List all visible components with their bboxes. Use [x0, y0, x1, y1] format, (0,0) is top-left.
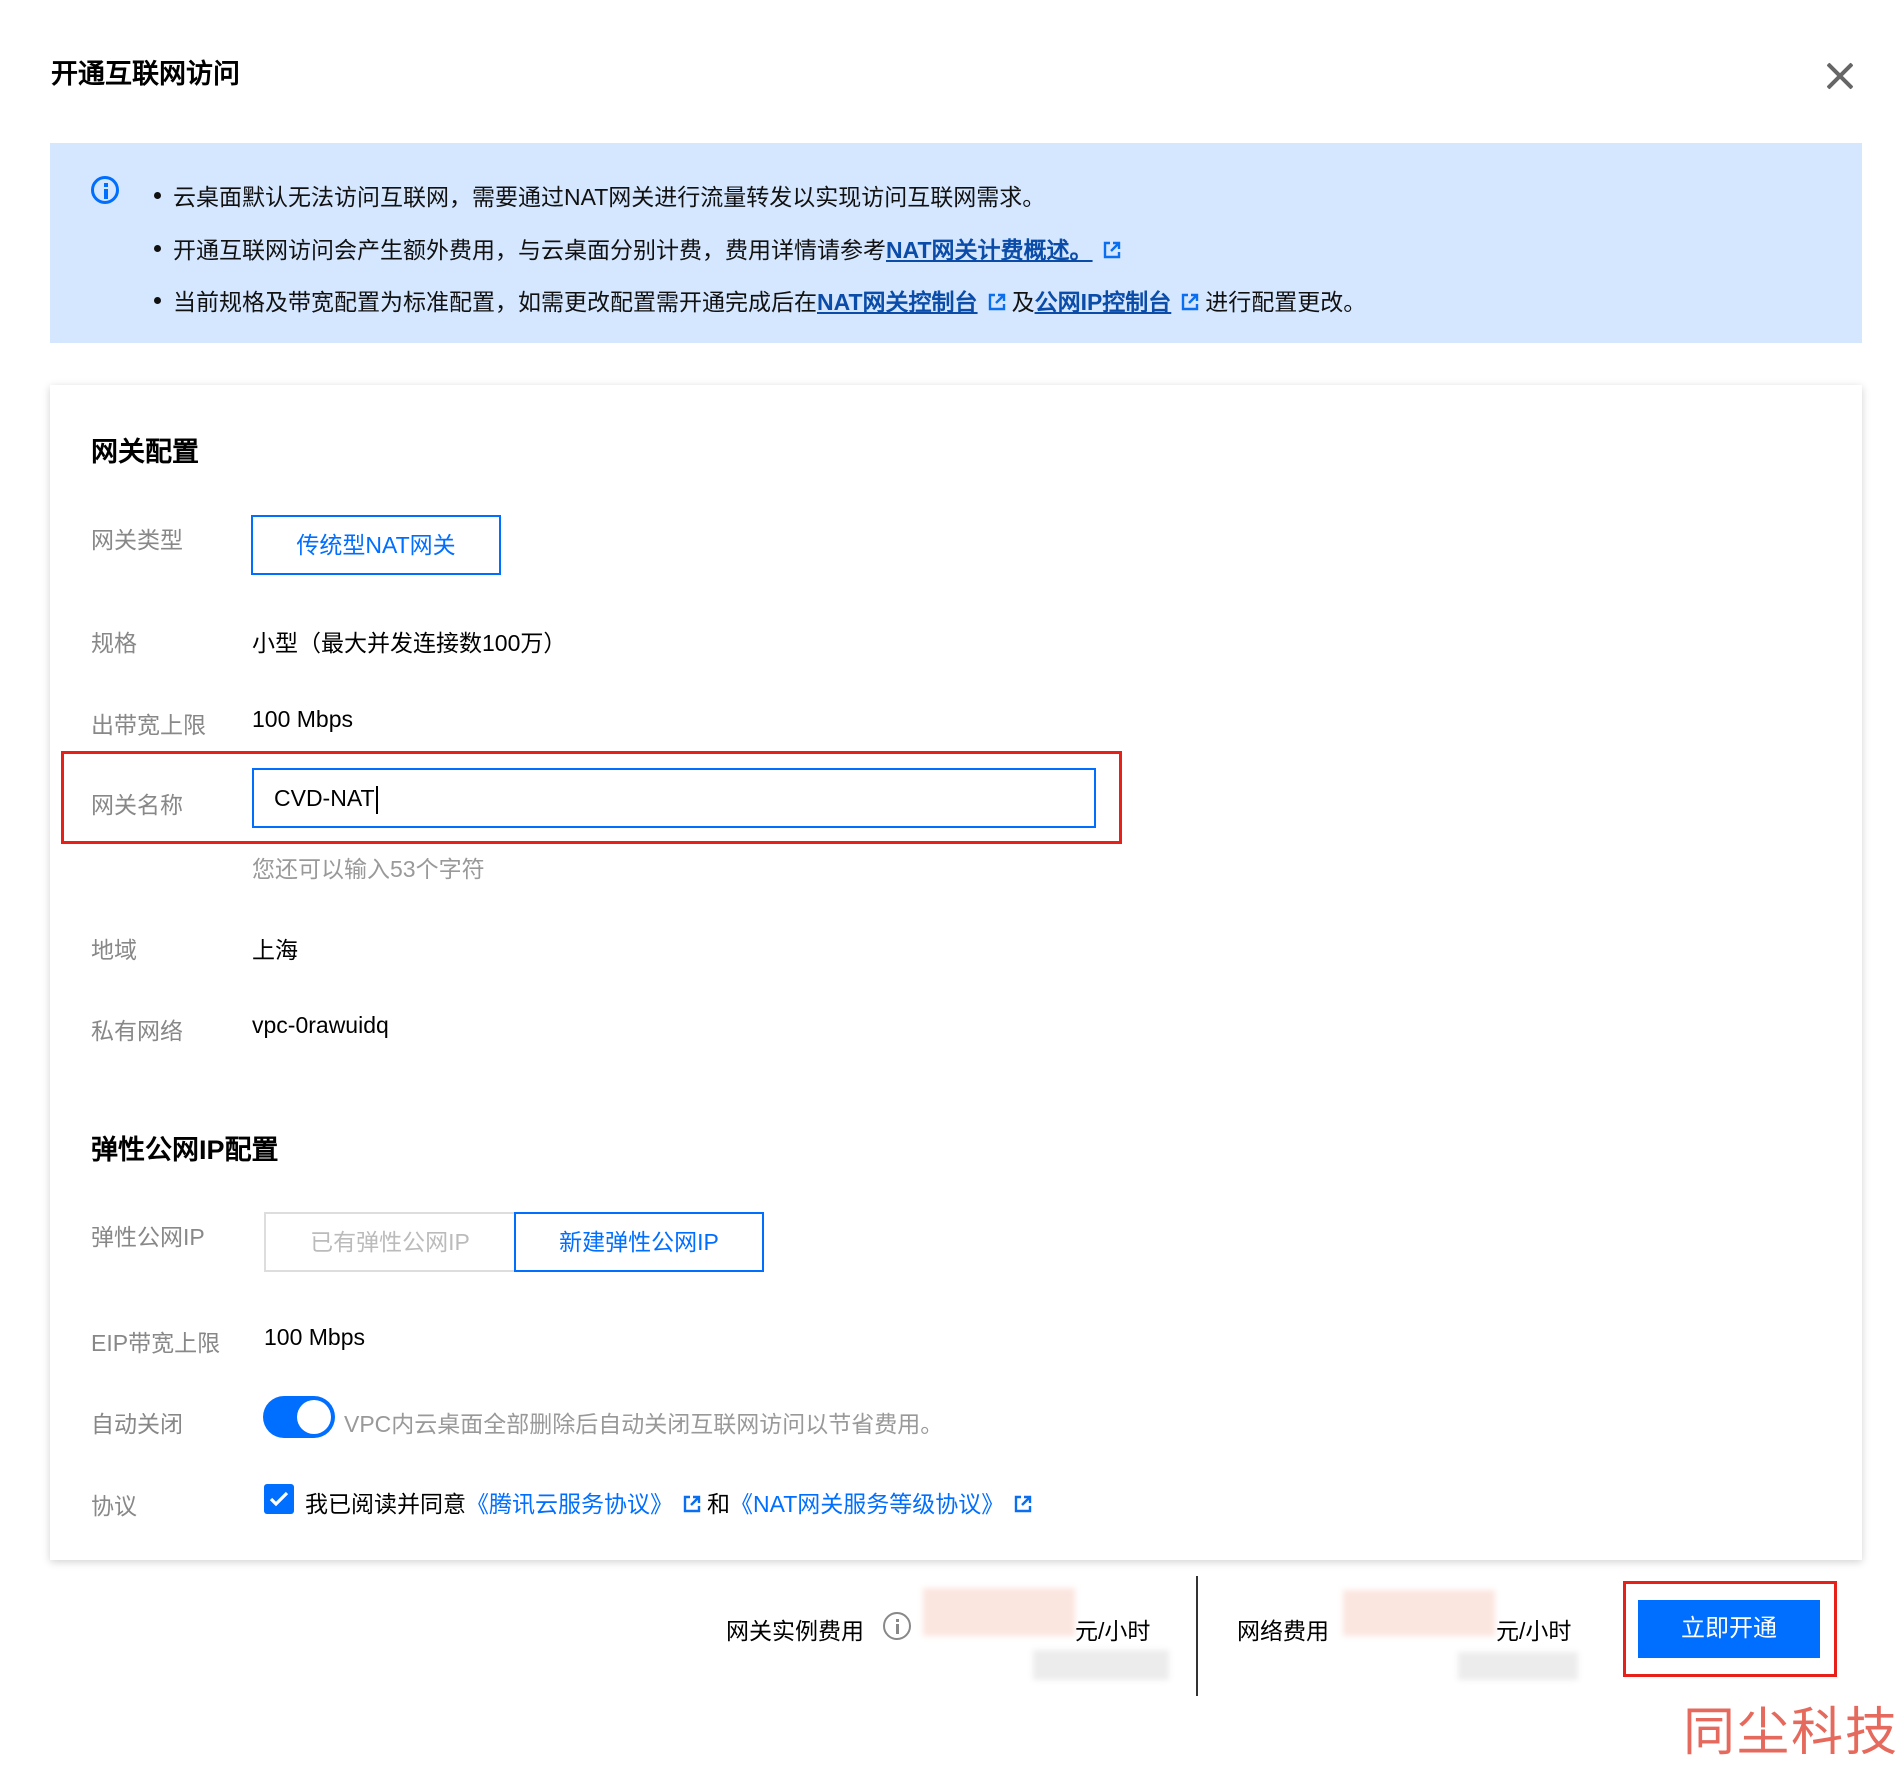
external-link-icon[interactable]: [683, 1495, 701, 1513]
network-fee-label: 网络费用: [1237, 1618, 1329, 1644]
eip-bandwidth-label: EIP带宽上限: [91, 1330, 221, 1356]
nat-billing-link[interactable]: NAT网关计费概述。: [886, 237, 1093, 263]
dialog-title: 开通互联网访问: [51, 59, 240, 89]
eip-option-existing[interactable]: 已有弹性公网IP: [264, 1212, 514, 1272]
eip-bandwidth-value: 100 Mbps: [264, 1324, 366, 1350]
eip-option-new[interactable]: 新建弹性公网IP: [514, 1212, 764, 1272]
agreement-label: 协议: [91, 1493, 137, 1519]
agreement-checkbox[interactable]: [264, 1484, 294, 1514]
spec-value: 小型（最大并发连接数100万）: [252, 630, 567, 656]
notice-text-1: 云桌面默认无法访问互联网，需要通过NAT网关进行流量转发以实现访问互联网需求。: [173, 184, 1046, 210]
network-fee-unit: 元/小时: [1496, 1618, 1572, 1644]
nat-console-link[interactable]: NAT网关控制台: [817, 289, 978, 315]
nat-sla-link[interactable]: 《NAT网关服务等级协议》: [730, 1491, 1004, 1517]
external-link-icon[interactable]: [988, 293, 1006, 311]
network-fee-subvalue-redacted: [1458, 1652, 1578, 1680]
auto-close-label: 自动关闭: [91, 1411, 183, 1437]
watermark: 同尘科技: [1683, 1703, 1900, 1763]
info-icon: [91, 176, 119, 204]
region-label: 地域: [91, 937, 137, 963]
text-caret: [375, 785, 378, 814]
external-link-icon[interactable]: [1014, 1495, 1032, 1513]
network-fee-value-redacted: [1343, 1590, 1495, 1636]
eip-section-title: 弹性公网IP配置: [91, 1135, 279, 1165]
instance-fee-subvalue-redacted: [1033, 1650, 1169, 1680]
vpc-label: 私有网络: [91, 1018, 183, 1044]
open-now-button[interactable]: 立即开通: [1638, 1600, 1820, 1658]
notice-text-2: 开通互联网访问会产生额外费用，与云桌面分别计费，费用详情请参考: [173, 237, 886, 263]
gateway-name-input[interactable]: CVD-NAT: [252, 768, 1096, 828]
auto-close-description: VPC内云桌面全部删除后自动关闭互联网访问以节省费用。: [344, 1411, 944, 1437]
vpc-value: vpc-0rawuidq: [252, 1012, 389, 1038]
bandwidth-value: 100 Mbps: [252, 706, 354, 732]
gateway-name-hint: 您还可以输入53个字符: [252, 856, 485, 882]
gateway-type-label: 网关类型: [91, 527, 183, 553]
gateway-type-button[interactable]: 传统型NAT网关: [251, 515, 501, 575]
toggle-knob: [297, 1400, 331, 1434]
gateway-name-value: CVD-NAT: [274, 785, 375, 811]
check-icon: [269, 1491, 289, 1507]
notice-line-2: 开通互联网访问会产生额外费用，与云桌面分别计费，费用详情请参考NAT网关计费概述…: [154, 231, 1127, 265]
auto-close-toggle[interactable]: [263, 1396, 335, 1438]
gateway-section-title: 网关配置: [91, 437, 199, 467]
footer-divider: [1196, 1576, 1198, 1696]
region-value: 上海: [252, 937, 298, 963]
notice-text-3: 当前规格及带宽配置为标准配置，如需更改配置需开通完成后在: [173, 289, 817, 315]
agreement-prefix: 我已阅读并同意: [305, 1491, 466, 1517]
notice-line-1: 云桌面默认无法访问互联网，需要通过NAT网关进行流量转发以实现访问互联网需求。: [154, 178, 1045, 212]
instance-fee-label: 网关实例费用: [726, 1618, 864, 1644]
eip-console-link[interactable]: 公网IP控制台: [1035, 289, 1172, 315]
close-icon[interactable]: [1822, 58, 1858, 94]
instance-fee-value-redacted: [923, 1588, 1075, 1636]
notice-text-and: 及: [1011, 289, 1035, 315]
agreement-and: 和: [707, 1491, 730, 1517]
question-info-icon[interactable]: [883, 1612, 911, 1640]
eip-label: 弹性公网IP: [91, 1224, 205, 1250]
external-link-icon[interactable]: [1181, 293, 1199, 311]
instance-fee-unit: 元/小时: [1075, 1618, 1151, 1644]
agreement-text: 我已阅读并同意《腾讯云服务协议》 和《NAT网关服务等级协议》: [305, 1485, 1038, 1519]
external-link-icon[interactable]: [1103, 241, 1121, 259]
spec-label: 规格: [91, 630, 137, 656]
notice-text-suffix: 进行配置更改。: [1205, 289, 1367, 315]
bandwidth-label: 出带宽上限: [91, 712, 206, 738]
notice-line-3: 当前规格及带宽配置为标准配置，如需更改配置需开通完成后在NAT网关控制台 及公网I…: [154, 283, 1366, 317]
gateway-name-label: 网关名称: [91, 792, 183, 818]
tencent-service-agreement-link[interactable]: 《腾讯云服务协议》: [466, 1491, 673, 1517]
